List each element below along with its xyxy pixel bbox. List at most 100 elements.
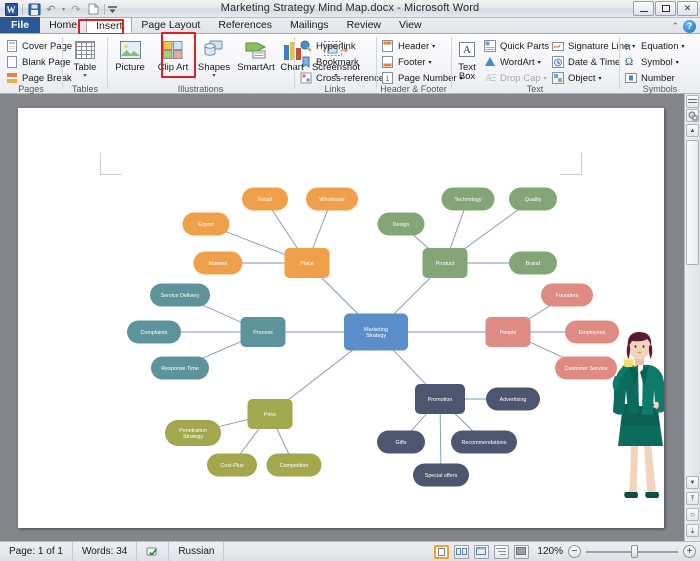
smartart-button[interactable]: SmartArt xyxy=(234,37,278,73)
scroll-down-button[interactable]: ▼ xyxy=(686,476,699,489)
mind-map-node[interactable]: Advertising xyxy=(486,388,540,411)
zoom-slider[interactable] xyxy=(586,545,678,558)
mind-map-node[interactable]: Recommendations xyxy=(451,431,517,454)
node-label: Service Delivery xyxy=(161,293,200,299)
select-browse-object-button[interactable]: ○ xyxy=(686,508,699,521)
word-count[interactable]: Words: 34 xyxy=(73,542,137,561)
mind-map-node[interactable]: Response Time xyxy=(151,357,209,380)
mind-map-hub-node[interactable]: Price xyxy=(248,399,293,429)
tab-file[interactable]: File xyxy=(0,17,40,33)
help-icon[interactable]: ? xyxy=(683,20,696,33)
zoom-level[interactable]: 120% xyxy=(537,546,563,557)
tab-mailings[interactable]: Mailings xyxy=(281,17,338,33)
document-page[interactable]: Retail Wholesale Export Internet Place Design… xyxy=(18,108,664,528)
shapes-button[interactable]: Shapes ▾ xyxy=(192,37,236,79)
vertical-scrollbar[interactable]: ▲ ▼ ⤒ ○ ⤓ xyxy=(684,94,700,541)
header-button[interactable]: Header ▾ xyxy=(382,40,435,53)
node-label: Brand xyxy=(526,261,540,267)
text-box-icon: A xyxy=(452,37,482,63)
tab-references[interactable]: References xyxy=(209,17,281,33)
mind-map-node[interactable]: Service Delivery xyxy=(150,284,210,307)
tab-review[interactable]: Review xyxy=(338,17,390,33)
picture-icon xyxy=(108,37,152,63)
minimize-button[interactable] xyxy=(633,1,654,16)
page-indicator[interactable]: Page: 1 of 1 xyxy=(0,542,73,561)
mind-map-node[interactable]: Cost-Plus xyxy=(207,454,257,477)
symbol-button[interactable]: Ω Symbol ▾ xyxy=(625,56,679,69)
mind-map-node[interactable]: Quality xyxy=(509,188,557,211)
scroll-thumb[interactable] xyxy=(686,140,699,265)
equation-icon: π xyxy=(625,40,638,53)
hyperlink-button[interactable]: Hyperlink xyxy=(300,40,356,53)
maximize-button[interactable] xyxy=(655,1,676,16)
date-and-time-button[interactable]: Date & Time xyxy=(552,56,620,69)
web-layout-view-button[interactable] xyxy=(474,545,489,559)
tab-page-layout[interactable]: Page Layout xyxy=(132,17,209,33)
tab-home[interactable]: Home xyxy=(40,17,86,33)
quick-parts-label: Quick Parts xyxy=(500,41,549,52)
mind-map-node[interactable]: Design xyxy=(378,213,425,236)
wordart-button[interactable]: WordArt ▾ xyxy=(484,56,541,69)
mind-map-hub-node[interactable]: MarketingStrategy xyxy=(344,314,408,351)
proofing-icon xyxy=(146,546,159,558)
print-layout-view-button[interactable] xyxy=(434,545,449,559)
mind-map-node[interactable]: PenetrationStrategy xyxy=(165,420,221,446)
node-label: Process xyxy=(253,330,273,336)
zoom-out-button[interactable]: − xyxy=(568,545,581,558)
draft-view-button[interactable] xyxy=(514,545,529,559)
table-button[interactable]: Table ▾ xyxy=(63,37,107,79)
mind-map-diagram[interactable]: Retail Wholesale Export Internet Place Design… xyxy=(18,108,664,528)
mind-map-node[interactable]: Brand xyxy=(509,252,557,275)
mind-map-node[interactable]: Internet xyxy=(194,252,243,275)
mind-map-hub-node[interactable]: People xyxy=(486,317,531,347)
bookmark-button[interactable]: Bookmark xyxy=(300,56,359,69)
minimize-ribbon-icon[interactable]: ⌃ xyxy=(671,21,679,32)
outline-view-button[interactable] xyxy=(494,545,509,559)
mind-map-node[interactable]: Export xyxy=(183,213,230,236)
zoom-in-button[interactable]: + xyxy=(683,545,696,558)
equation-button[interactable]: π Equation ▾ xyxy=(625,40,685,53)
shapes-label: Shapes xyxy=(192,63,236,73)
language-indicator[interactable]: Russian xyxy=(169,542,224,561)
svg-text:1: 1 xyxy=(386,76,390,83)
date-time-icon xyxy=(552,56,565,69)
mind-map-node[interactable]: Complaints xyxy=(127,321,181,344)
scroll-up-button[interactable]: ▲ xyxy=(686,124,699,137)
mind-map-node[interactable]: Technology xyxy=(442,188,495,211)
node-label: Strategy xyxy=(183,434,203,440)
mind-map-hub-node[interactable]: Process xyxy=(241,317,286,347)
quick-parts-button[interactable]: Quick Parts ▾ xyxy=(484,40,555,53)
picture-button[interactable]: Picture xyxy=(108,37,152,73)
blank-page-button[interactable]: Blank Page xyxy=(6,56,71,69)
clip-art-button[interactable]: Clip Art xyxy=(151,37,195,72)
node-label: Special offers xyxy=(425,473,458,479)
businesswoman-illustration[interactable] xyxy=(601,332,664,512)
tab-insert[interactable]: Insert xyxy=(86,17,132,33)
scroll-up-glyph: ▲ xyxy=(690,128,696,134)
text-box-button[interactable]: A Text Box xyxy=(452,37,482,81)
mind-map-hub-node[interactable]: Place xyxy=(285,248,330,278)
mind-map-hub-node[interactable]: Product xyxy=(423,248,468,278)
footer-button[interactable]: Footer ▾ xyxy=(382,56,431,69)
scroll-split-handle[interactable] xyxy=(686,95,699,108)
previous-page-button[interactable]: ⤒ xyxy=(686,492,699,505)
mind-map-node[interactable]: Gifts xyxy=(377,431,425,454)
mind-map-node[interactable]: Founders xyxy=(541,284,593,307)
proofing-status[interactable] xyxy=(137,542,169,561)
full-screen-reading-view-button[interactable] xyxy=(454,545,469,559)
title-bar: W ↶ ▾ ↷ Marketing Strategy Mind Map xyxy=(0,0,700,18)
mind-map-node[interactable]: Special offers xyxy=(413,464,469,487)
select-browse-object-top-icon[interactable] xyxy=(686,109,699,122)
mind-map-node[interactable]: Wholesale xyxy=(306,188,358,211)
mind-map-node[interactable]: Competition xyxy=(267,454,322,477)
zoom-slider-handle[interactable] xyxy=(631,545,638,558)
mind-map-node[interactable]: Retail xyxy=(242,188,288,211)
close-button[interactable]: ✕ xyxy=(677,1,698,16)
cover-page-icon xyxy=(6,40,19,53)
svg-text:A: A xyxy=(463,44,471,56)
next-page-button[interactable]: ⤓ xyxy=(686,524,699,537)
header-icon xyxy=(382,40,395,53)
ribbon-group-text: A Text Box Quick Parts ▾ WordArt ▾ xyxy=(452,34,618,94)
tab-view[interactable]: View xyxy=(390,17,431,33)
mind-map-hub-node[interactable]: Promotion xyxy=(415,384,465,414)
